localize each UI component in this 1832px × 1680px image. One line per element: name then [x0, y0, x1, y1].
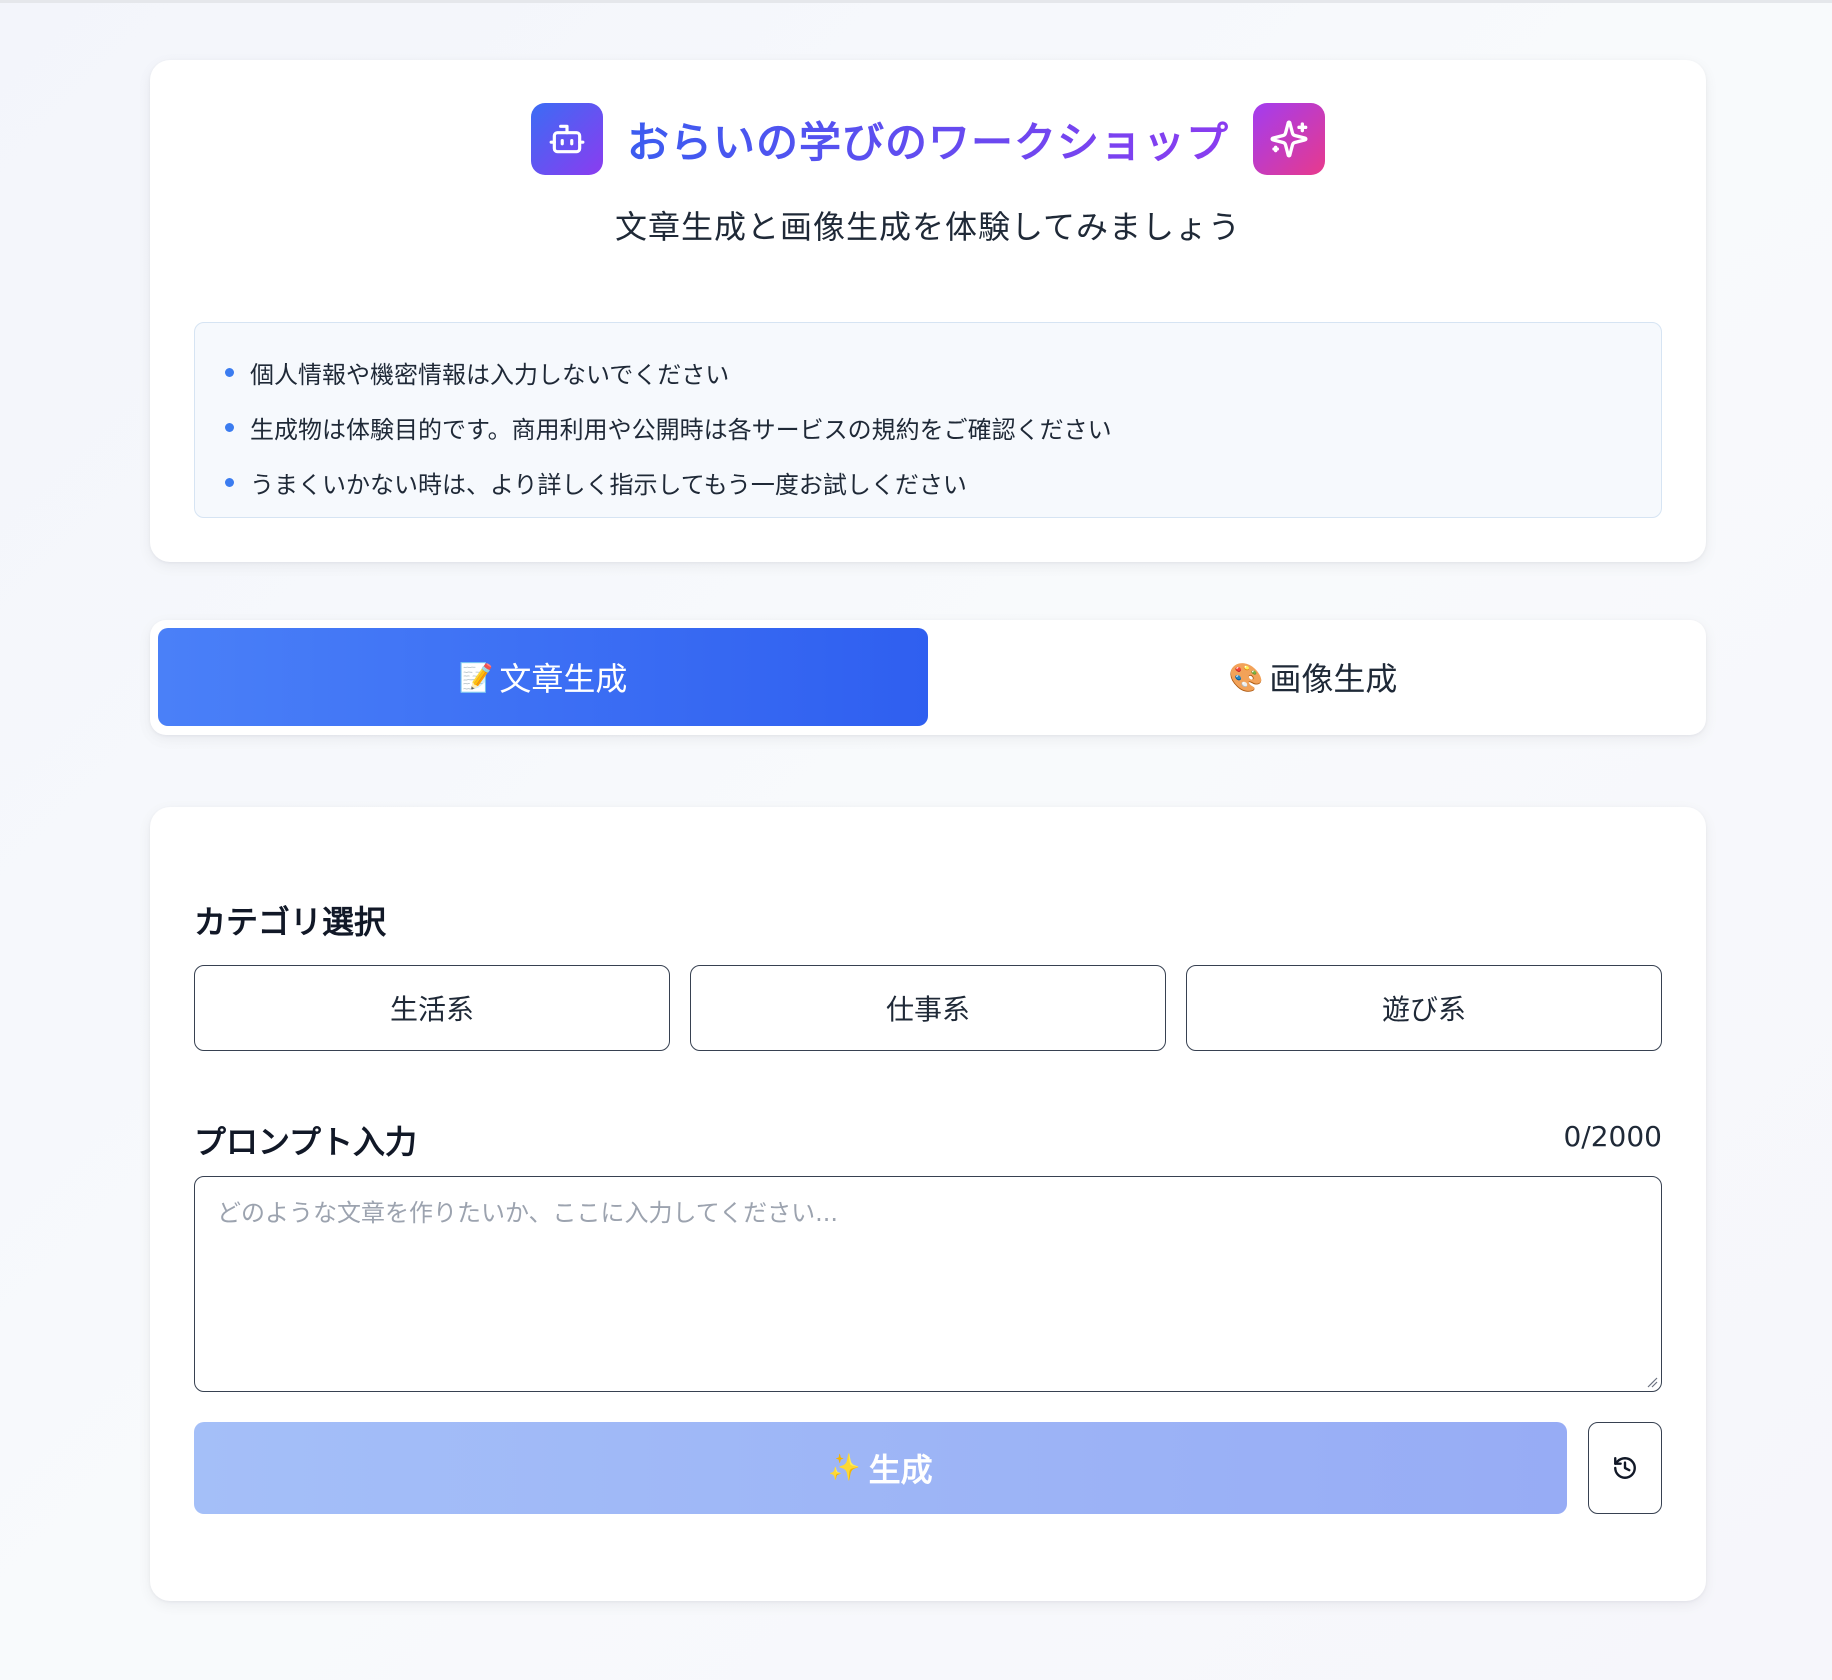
prompt-input[interactable]: どのような文章を作りたいか、ここに入力してください...	[194, 1176, 1662, 1392]
bullet-icon	[225, 423, 234, 432]
sparkles-icon	[1253, 103, 1325, 175]
resize-handle-icon[interactable]	[1646, 1376, 1658, 1388]
memo-icon: 📝	[458, 660, 494, 694]
notice-box: 個人情報や機密情報は入力しないでください 生成物は体験目的です。商用利用や公開時…	[194, 322, 1662, 518]
prompt-placeholder: どのような文章を作りたいか、ここに入力してください...	[217, 1199, 838, 1227]
bullet-icon	[225, 478, 234, 487]
title-row: おらいの学びのワークショップ	[150, 103, 1706, 175]
robot-icon	[530, 103, 603, 175]
category-label: カテゴリ選択	[194, 903, 387, 941]
char-counter: 0/2000	[1563, 1120, 1662, 1153]
category-button-life[interactable]: 生活系	[194, 965, 670, 1051]
generate-label: 生成	[868, 1451, 933, 1489]
category-button-play[interactable]: 遊び系	[1186, 965, 1662, 1051]
header-card: おらいの学びのワークショップ 文章生成と画像生成を体験してみましょう 個人情報や…	[150, 60, 1706, 562]
notice-text: うまくいかない時は、より詳しく指示してもう一度お試しください	[250, 471, 967, 499]
tab-label: 文章生成	[499, 660, 628, 698]
history-button[interactable]	[1588, 1422, 1662, 1514]
page-subtitle: 文章生成と画像生成を体験してみましょう	[614, 208, 1242, 246]
notice-text: 個人情報や機密情報は入力しないでください	[250, 361, 730, 389]
sparkles-emoji-icon: ✨	[828, 1453, 861, 1483]
tab-text-generation[interactable]: 📝 文章生成	[158, 628, 928, 726]
generation-form-card: カテゴリ選択 生活系 仕事系 遊び系 プロンプト入力 0/2000 どのような文…	[150, 807, 1706, 1601]
mode-tabs: 📝 文章生成 🎨 画像生成	[150, 620, 1706, 735]
history-icon	[1614, 1457, 1636, 1479]
page-title: おらいの学びのワークショップ	[627, 109, 1229, 170]
tab-label: 画像生成	[1269, 660, 1398, 698]
palette-icon: 🎨	[1228, 660, 1264, 694]
top-border	[0, 0, 1832, 3]
bullet-icon	[225, 368, 234, 377]
category-button-work[interactable]: 仕事系	[690, 965, 1166, 1051]
notice-item: 個人情報や機密情報は入力しないでください	[225, 345, 1661, 400]
prompt-label: プロンプト入力	[194, 1123, 418, 1161]
notice-text: 生成物は体験目的です。商用利用や公開時は各サービスの規約をご確認ください	[250, 416, 1112, 444]
generate-button[interactable]: ✨ 生成	[194, 1422, 1567, 1514]
notice-item: うまくいかない時は、より詳しく指示してもう一度お試しください	[225, 455, 1661, 510]
notice-item: 生成物は体験目的です。商用利用や公開時は各サービスの規約をご確認ください	[225, 400, 1661, 455]
tab-image-generation[interactable]: 🎨 画像生成	[928, 628, 1698, 726]
